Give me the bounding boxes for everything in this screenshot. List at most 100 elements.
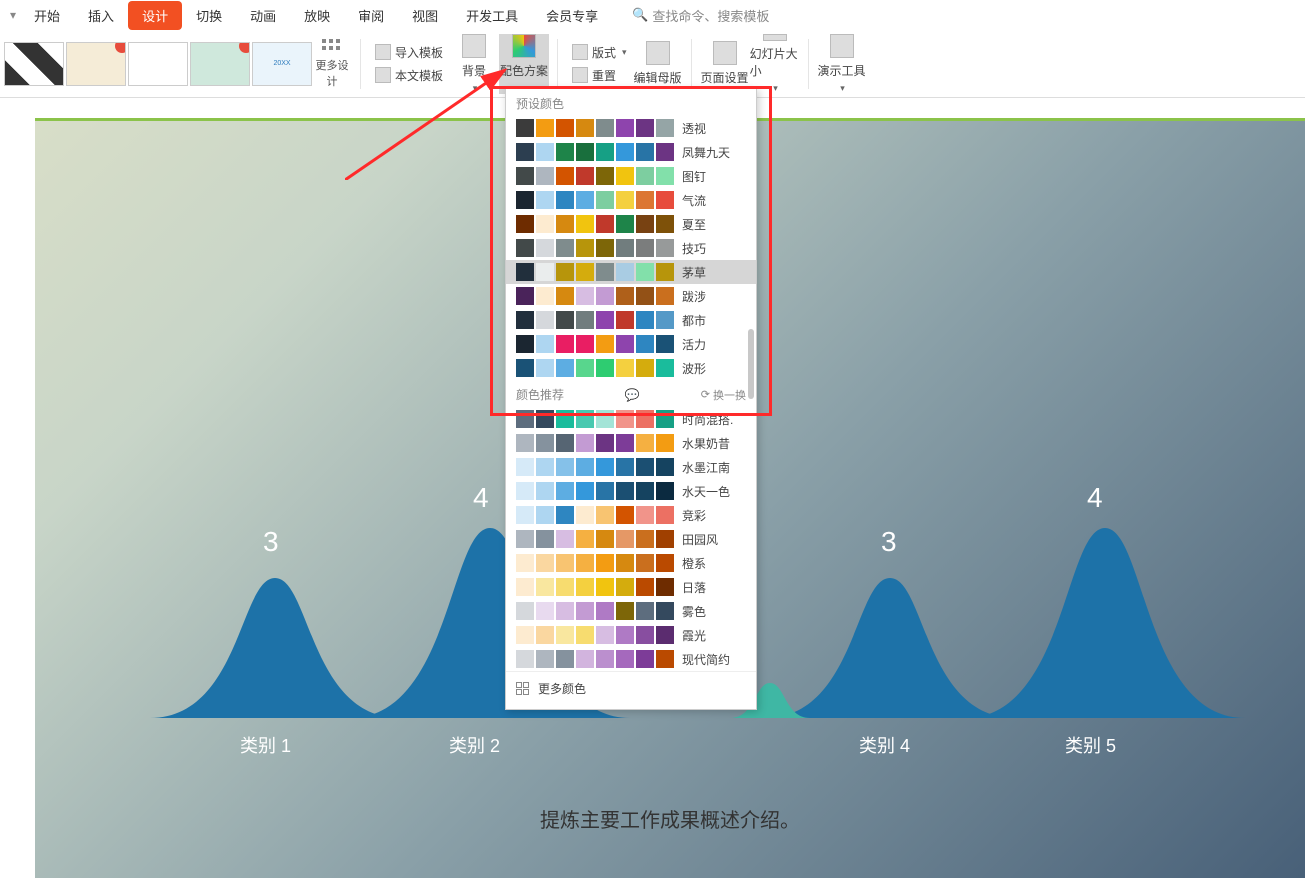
color-scheme-row[interactable]: 田园风 bbox=[506, 527, 756, 551]
tab-show[interactable]: 放映 bbox=[290, 1, 344, 30]
color-swatch bbox=[656, 167, 674, 185]
color-swatch bbox=[656, 410, 674, 428]
color-scheme-row[interactable]: 水墨江南 bbox=[506, 455, 756, 479]
color-swatch bbox=[516, 434, 534, 452]
template-thumb[interactable] bbox=[128, 42, 188, 86]
color-swatch bbox=[636, 143, 654, 161]
more-designs-button[interactable]: 更多设计 bbox=[312, 39, 352, 89]
color-scheme-row[interactable]: 霞光 bbox=[506, 623, 756, 647]
tab-view[interactable]: 视图 bbox=[398, 1, 452, 30]
color-swatch bbox=[616, 530, 634, 548]
color-swatch bbox=[656, 263, 674, 281]
template-thumb[interactable] bbox=[190, 42, 250, 86]
color-swatch bbox=[556, 626, 574, 644]
color-scheme-row[interactable]: 现代简约 bbox=[506, 647, 756, 671]
color-swatches bbox=[516, 650, 674, 668]
color-swatch bbox=[576, 410, 594, 428]
color-swatch bbox=[536, 215, 554, 233]
color-swatch bbox=[596, 530, 614, 548]
color-scheme-row[interactable]: 活力 bbox=[506, 332, 756, 356]
tab-start[interactable]: 开始 bbox=[20, 1, 74, 30]
color-scheme-row[interactable]: 时尚混搭. bbox=[506, 407, 756, 431]
color-swatch bbox=[576, 482, 594, 500]
layout-icon bbox=[572, 44, 588, 60]
color-scheme-row[interactable]: 日落 bbox=[506, 575, 756, 599]
dropdown-arrow-icon[interactable]: ▾ bbox=[10, 8, 16, 22]
tab-transition[interactable]: 切换 bbox=[182, 1, 236, 30]
color-swatch bbox=[616, 359, 634, 377]
peak-value: 4 bbox=[1087, 482, 1103, 514]
tab-design[interactable]: 设计 bbox=[128, 1, 182, 30]
color-swatch bbox=[636, 554, 654, 572]
color-swatch bbox=[576, 335, 594, 353]
color-scheme-row[interactable]: 夏至 bbox=[506, 212, 756, 236]
page-setup-button[interactable]: 页面设置 bbox=[700, 34, 750, 94]
color-scheme-row[interactable]: 凤舞九天 bbox=[506, 140, 756, 164]
color-swatch bbox=[516, 167, 534, 185]
tab-vip[interactable]: 会员专享 bbox=[532, 1, 612, 30]
edit-master-button[interactable]: 编辑母版 bbox=[633, 34, 683, 94]
background-icon bbox=[462, 34, 486, 58]
color-swatch bbox=[576, 215, 594, 233]
reset-button[interactable]: 重置 bbox=[572, 67, 627, 84]
color-swatch bbox=[616, 434, 634, 452]
color-scheme-name: 跋涉 bbox=[682, 288, 706, 305]
background-button[interactable]: 背景 bbox=[449, 34, 499, 94]
color-swatch bbox=[656, 287, 674, 305]
color-scheme-name: 凤舞九天 bbox=[682, 144, 730, 161]
color-swatch bbox=[596, 410, 614, 428]
color-swatch bbox=[636, 311, 654, 329]
color-scheme-row[interactable]: 竞彩 bbox=[506, 503, 756, 527]
slide-size-button[interactable]: 幻灯片大小 bbox=[750, 34, 800, 94]
search-box[interactable]: 🔍 查找命令、搜索模板 bbox=[632, 6, 769, 25]
template-thumb[interactable] bbox=[4, 42, 64, 86]
presentation-tools-button[interactable]: 演示工具 bbox=[817, 34, 867, 94]
color-swatch bbox=[616, 506, 634, 524]
layout-button[interactable]: 版式 bbox=[572, 44, 627, 61]
color-swatch bbox=[556, 650, 574, 668]
category-label: 类别 5 bbox=[1065, 732, 1116, 758]
template-thumb[interactable] bbox=[66, 42, 126, 86]
color-swatch bbox=[616, 410, 634, 428]
color-scheme-row[interactable]: 波形 bbox=[506, 356, 756, 380]
color-swatch bbox=[656, 602, 674, 620]
reset-icon bbox=[572, 67, 588, 83]
recommend-colors-header: 颜色推荐💬 ⟳ 换一换 bbox=[506, 380, 756, 407]
import-template-button[interactable]: 导入模板 bbox=[375, 44, 443, 61]
tab-insert[interactable]: 插入 bbox=[74, 1, 128, 30]
color-swatch bbox=[636, 410, 654, 428]
color-swatch bbox=[616, 143, 634, 161]
color-scheme-button[interactable]: 配色方案 bbox=[499, 34, 549, 94]
color-swatch bbox=[596, 263, 614, 281]
color-swatch bbox=[536, 506, 554, 524]
color-scheme-row[interactable]: 透视 bbox=[506, 116, 756, 140]
color-scheme-row[interactable]: 橙系 bbox=[506, 551, 756, 575]
tab-devtools[interactable]: 开发工具 bbox=[452, 1, 532, 30]
color-scheme-row[interactable]: 雾色 bbox=[506, 599, 756, 623]
color-scheme-row[interactable]: 都市 bbox=[506, 308, 756, 332]
dropdown-scrollbar[interactable] bbox=[748, 329, 754, 399]
color-swatch bbox=[596, 602, 614, 620]
color-scheme-row[interactable]: 水果奶昔 bbox=[506, 431, 756, 455]
color-scheme-row[interactable]: 水天一色 bbox=[506, 479, 756, 503]
category-label: 类别 2 bbox=[449, 732, 500, 758]
tab-review[interactable]: 审阅 bbox=[344, 1, 398, 30]
color-scheme-name: 雾色 bbox=[682, 603, 706, 620]
color-swatch bbox=[576, 239, 594, 257]
color-swatch bbox=[556, 119, 574, 137]
color-scheme-row[interactable]: 茅草 bbox=[506, 260, 756, 284]
color-scheme-row[interactable]: 气流 bbox=[506, 188, 756, 212]
local-template-button[interactable]: 本文模板 bbox=[375, 67, 443, 84]
color-scheme-row[interactable]: 图钉 bbox=[506, 164, 756, 188]
color-swatch bbox=[536, 650, 554, 668]
color-swatch bbox=[516, 287, 534, 305]
color-scheme-row[interactable]: 跋涉 bbox=[506, 284, 756, 308]
color-scheme-row[interactable]: 技巧 bbox=[506, 236, 756, 260]
template-gallery[interactable]: 20XX bbox=[4, 42, 312, 86]
more-colors-button[interactable]: 更多颜色 bbox=[506, 671, 756, 705]
template-thumb[interactable]: 20XX bbox=[252, 42, 312, 86]
color-swatches bbox=[516, 359, 674, 377]
color-swatch bbox=[536, 119, 554, 137]
refresh-link[interactable]: ⟳ 换一换 bbox=[701, 387, 746, 403]
tab-animation[interactable]: 动画 bbox=[236, 1, 290, 30]
